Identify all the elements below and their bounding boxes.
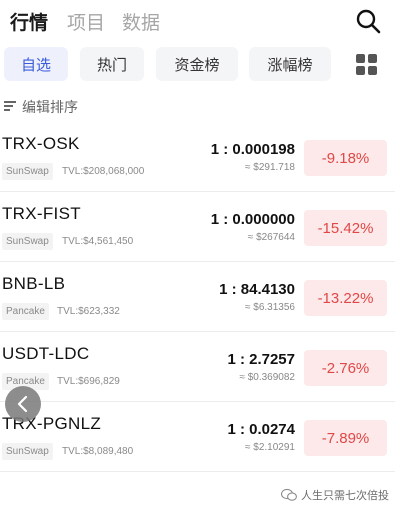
tvl-value: TVL:$4,561,450	[62, 236, 134, 247]
price-ratio: 1 : 84.4130	[219, 281, 295, 298]
change-badge: -13.22%	[304, 280, 387, 316]
sort-lines-icon	[4, 100, 16, 112]
tvl-value: TVL:$623,332	[57, 306, 120, 317]
price-ratio: 1 : 0.000198	[210, 141, 295, 158]
tab-market[interactable]: 行情	[10, 8, 48, 35]
list-item[interactable]: TRX-PGNLZ SunSwap TVL:$8,089,480 1 : 0.0…	[0, 402, 395, 472]
wechat-icon	[281, 488, 297, 501]
edit-sort-label: 编辑排序	[22, 100, 78, 116]
change-badge: -15.42%	[304, 210, 387, 246]
pair-name: TRX-OSK	[2, 134, 80, 153]
tab-data[interactable]: 数据	[122, 8, 160, 35]
list-item[interactable]: TRX-OSK SunSwap TVL:$208,068,000 1 : 0.0…	[0, 122, 395, 192]
dex-badge: SunSwap	[2, 443, 53, 460]
chip-fund-ranking[interactable]: 资金榜	[156, 47, 238, 81]
search-icon[interactable]	[355, 8, 381, 34]
pair-name: BNB-LB	[2, 274, 66, 293]
dex-badge: Pancake	[2, 303, 49, 320]
chip-gainers-ranking[interactable]: 涨幅榜	[249, 47, 331, 81]
price-ratio: 1 : 0.0274	[227, 421, 295, 438]
grid-icon[interactable]	[356, 54, 378, 76]
tvl-value: TVL:$208,068,000	[62, 166, 145, 177]
tvl-value: TVL:$696,829	[57, 376, 120, 387]
usd-price: ≈ $291.718	[245, 162, 295, 173]
list-item[interactable]: BNB-LB Pancake TVL:$623,332 1 : 84.4130 …	[0, 262, 395, 332]
watermark: 人生只需七次倍投	[281, 486, 389, 504]
chip-watchlist[interactable]: 自选	[4, 47, 68, 81]
category-chips: 自选 热门 资金榜 涨幅榜	[0, 46, 395, 84]
change-badge: -7.89%	[304, 420, 387, 456]
usd-price: ≈ $6.31356	[245, 302, 295, 313]
chip-hot[interactable]: 热门	[80, 47, 144, 81]
usd-price: ≈ $267644	[247, 232, 295, 243]
dex-badge: SunSwap	[2, 163, 53, 180]
edit-sort-row[interactable]: 编辑排序	[0, 96, 395, 118]
top-tab-bar: 行情 项目 数据	[0, 0, 395, 40]
tab-projects[interactable]: 项目	[67, 8, 105, 35]
price-ratio: 1 : 0.000000	[210, 211, 295, 228]
chevron-left-icon	[17, 395, 28, 413]
pair-name: USDT-LDC	[2, 344, 90, 363]
back-button[interactable]	[5, 386, 41, 422]
pair-name: TRX-FIST	[2, 204, 81, 223]
list-item[interactable]: USDT-LDC Pancake TVL:$696,829 1 : 2.7257…	[0, 332, 395, 402]
tvl-value: TVL:$8,089,480	[62, 446, 134, 457]
usd-price: ≈ $0.369082	[239, 372, 295, 383]
watermark-text: 人生只需七次倍投	[301, 489, 389, 502]
change-badge: -9.18%	[304, 140, 387, 176]
usd-price: ≈ $2.10291	[245, 442, 295, 453]
price-ratio: 1 : 2.7257	[227, 351, 295, 368]
dex-badge: SunSwap	[2, 233, 53, 250]
change-badge: -2.76%	[304, 350, 387, 386]
list-item[interactable]: TRX-FIST SunSwap TVL:$4,561,450 1 : 0.00…	[0, 192, 395, 262]
